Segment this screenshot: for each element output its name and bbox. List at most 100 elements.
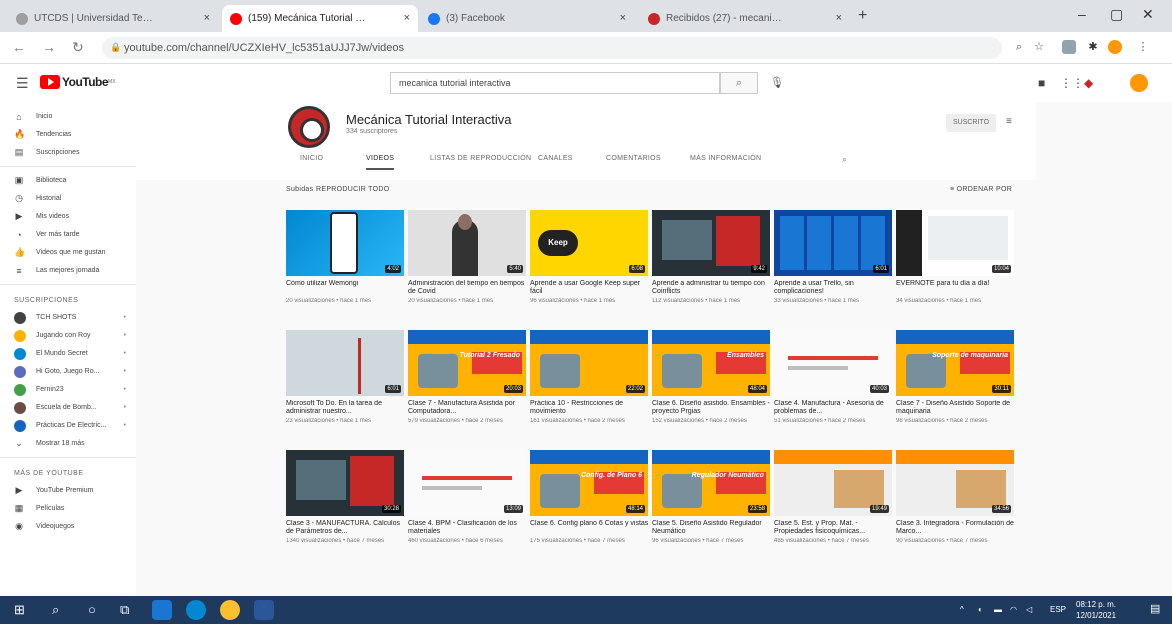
video-title[interactable]: Clase 6. Config plano 6 Cotas y vistas xyxy=(530,520,650,528)
channel-tab[interactable]: INICIO xyxy=(300,148,323,170)
browser-tab[interactable]: (159) Mecánica Tutorial Interacti... × xyxy=(222,5,418,32)
minimize-icon[interactable]: – xyxy=(1078,6,1086,22)
show-more-button[interactable]: ⌄ Mostrar 18 más xyxy=(0,436,136,451)
new-tab-button[interactable]: + xyxy=(858,7,867,25)
video-thumbnail[interactable]: 10:04 xyxy=(896,210,1014,276)
video-thumbnail[interactable]: 6:01 xyxy=(774,210,892,276)
clock[interactable]: 08:12 p. m. 12/01/2021 xyxy=(1076,599,1116,621)
tab-close-icon[interactable]: × xyxy=(204,12,210,24)
video-title[interactable]: Aprende a usar Trello, sin complicacione… xyxy=(774,280,894,296)
tab-close-icon[interactable]: × xyxy=(620,12,626,24)
tray-chevron-icon[interactable]: ^ xyxy=(960,605,964,614)
search-input[interactable]: mecanica tutorial interactiva xyxy=(390,72,720,94)
video-thumbnail[interactable]: 34:56 xyxy=(896,450,1014,516)
sidebar-item[interactable]: ▣ Biblioteca xyxy=(0,173,136,188)
video-title[interactable]: Clase 6. Diseño asistido. Ensambles - pr… xyxy=(652,400,772,416)
video-title[interactable]: Microsoft To Do. En la tarea de administ… xyxy=(286,400,406,416)
notification-bell-icon[interactable]: ≡ xyxy=(1006,116,1012,127)
profile-avatar[interactable] xyxy=(1108,40,1122,54)
channel-tab[interactable]: VIDEOS xyxy=(366,148,395,170)
tab-close-icon[interactable]: × xyxy=(836,12,842,24)
sidebar-item[interactable]: ◉ Videojuegos xyxy=(0,519,136,534)
extension-icon[interactable] xyxy=(1062,40,1076,54)
sidebar-item[interactable]: 👍 Videos que me gustan xyxy=(0,245,136,260)
search-button[interactable]: ⌕ xyxy=(720,72,758,94)
play-all-button[interactable]: REPRODUCIR TODO xyxy=(316,186,389,193)
close-window-icon[interactable]: ✕ xyxy=(1142,6,1154,23)
battery-icon[interactable]: ▬ xyxy=(994,605,1002,614)
back-icon[interactable]: ← xyxy=(12,39,26,55)
browser-menu-icon[interactable]: ⋮ xyxy=(1136,40,1150,54)
video-thumbnail[interactable]: Ensambles 48:04 xyxy=(652,330,770,396)
subscription-item[interactable]: Prácticas De Electric... • xyxy=(0,418,136,433)
video-thumbnail[interactable]: 13:09 xyxy=(408,450,526,516)
forward-icon[interactable]: → xyxy=(42,39,56,55)
video-title[interactable]: Práctica 10 - Restricciones de movimient… xyxy=(530,400,650,416)
search-icon[interactable]: ⌕ xyxy=(52,602,59,618)
video-title[interactable]: Administración del tiempo en tiempos de … xyxy=(408,280,528,296)
video-title[interactable]: Clase 3 - MANUFACTURA. Cálculos de Parám… xyxy=(286,520,406,536)
tab-close-icon[interactable]: × xyxy=(404,12,410,24)
video-title[interactable]: Clase 7 - Diseño Asistido Soporte de maq… xyxy=(896,400,1016,416)
subscribed-button[interactable]: SUSCRITO xyxy=(946,114,996,132)
video-thumbnail[interactable]: 6:01 xyxy=(286,330,404,396)
channel-avatar[interactable] xyxy=(288,106,330,148)
reload-icon[interactable]: ↻ xyxy=(72,39,84,56)
video-thumbnail[interactable]: Soporte de maquinaria 30:11 xyxy=(896,330,1014,396)
sidebar-item[interactable]: ◷ Historial xyxy=(0,191,136,206)
extension-icon[interactable]: ✱ xyxy=(1086,40,1100,54)
browser-tab[interactable]: (3) Facebook × xyxy=(420,5,634,32)
channel-search-icon[interactable]: ⌕ xyxy=(842,154,847,165)
subscription-item[interactable]: Hi Goto, Juego Ro... • xyxy=(0,364,136,379)
sidebar-item[interactable]: ▤ Suscripciones xyxy=(0,145,136,160)
video-title[interactable]: Aprende a administrar tu tiempo con Coin… xyxy=(652,280,772,296)
sort-by-button[interactable]: ≡ ORDENAR POR xyxy=(950,186,1012,193)
video-thumbnail[interactable]: 5:40 xyxy=(408,210,526,276)
account-avatar[interactable] xyxy=(1130,74,1148,92)
subscription-item[interactable]: Escuela de Bomb... • xyxy=(0,400,136,415)
app-chrome-icon[interactable] xyxy=(220,600,240,620)
sidebar-item[interactable]: ▦ Películas xyxy=(0,501,136,516)
video-title[interactable]: Clase 4. Manufactura - Asesoría de probl… xyxy=(774,400,894,416)
network-icon[interactable]: ◠ xyxy=(1010,605,1017,614)
tray-app-icon[interactable]: ◐ xyxy=(978,605,983,614)
menu-icon[interactable]: ☰ xyxy=(16,75,29,92)
subscription-item[interactable]: Fernin23 • xyxy=(0,382,136,397)
video-title[interactable]: Clase 5. Est. y Prop. Mat. - Propiedades… xyxy=(774,520,894,536)
video-title[interactable]: Clase 5. Diseño Asistido Regulador Neumá… xyxy=(652,520,772,536)
notifications-icon[interactable]: ◆ xyxy=(1084,76,1093,90)
sidebar-item[interactable]: ⌂ Inicio xyxy=(0,109,136,124)
subscription-item[interactable]: El Mundo Secret • xyxy=(0,346,136,361)
sidebar-item[interactable]: 🔥 Tendencias xyxy=(0,127,136,142)
app-edge-icon[interactable] xyxy=(186,600,206,620)
sidebar-item[interactable]: ▶ YouTube Premium xyxy=(0,483,136,498)
channel-tab[interactable]: MÁS INFORMACIÓN xyxy=(690,148,761,170)
maximize-icon[interactable]: ▢ xyxy=(1110,6,1123,23)
bookmark-star-icon[interactable]: ☆ xyxy=(1032,40,1046,54)
channel-tab[interactable]: LISTAS DE REPRODUCCIÓN xyxy=(430,148,531,170)
video-title[interactable]: Clase 3. Integradora - Formulación de Ma… xyxy=(896,520,1016,536)
video-title[interactable]: EVERNOTE para tu día a día! xyxy=(896,280,1016,288)
action-center-icon[interactable]: ▤ xyxy=(1150,602,1160,615)
video-thumbnail[interactable]: 4:02 xyxy=(286,210,404,276)
video-thumbnail[interactable]: Keep 6:08 xyxy=(530,210,648,276)
app-word-icon[interactable] xyxy=(254,600,274,620)
video-thumbnail[interactable]: 9:42 xyxy=(652,210,770,276)
video-title[interactable]: Clase 4. BPM - Clasificación de los mate… xyxy=(408,520,528,536)
video-title[interactable]: Aprende a usar Google Keep super fácil xyxy=(530,280,650,296)
task-view-icon[interactable]: ⧉ xyxy=(120,602,129,618)
microphone-icon[interactable]: 🎙 xyxy=(770,76,784,89)
video-thumbnail[interactable]: 19:49 xyxy=(774,450,892,516)
language-indicator[interactable]: ESP xyxy=(1050,605,1066,614)
app-mail-icon[interactable] xyxy=(152,600,172,620)
browser-tab[interactable]: UTCDS | Universidad Tecnológi... × xyxy=(8,5,218,32)
subscription-item[interactable]: TCH SHOTS • xyxy=(0,310,136,325)
subscription-item[interactable]: Jugando con Roy • xyxy=(0,328,136,343)
video-thumbnail[interactable]: Config. de Plano 6 48:14 xyxy=(530,450,648,516)
volume-icon[interactable]: ◁ xyxy=(1026,605,1032,614)
cortana-icon[interactable]: ○ xyxy=(88,602,96,617)
youtube-logo[interactable]: YouTube MX xyxy=(40,75,116,89)
channel-tab[interactable]: COMENTARIOS xyxy=(606,148,661,170)
address-bar[interactable]: 🔒 youtube.com/channel/UCZXIeHV_lc5351aUJ… xyxy=(102,37,1002,59)
video-thumbnail[interactable]: 40:03 xyxy=(774,330,892,396)
